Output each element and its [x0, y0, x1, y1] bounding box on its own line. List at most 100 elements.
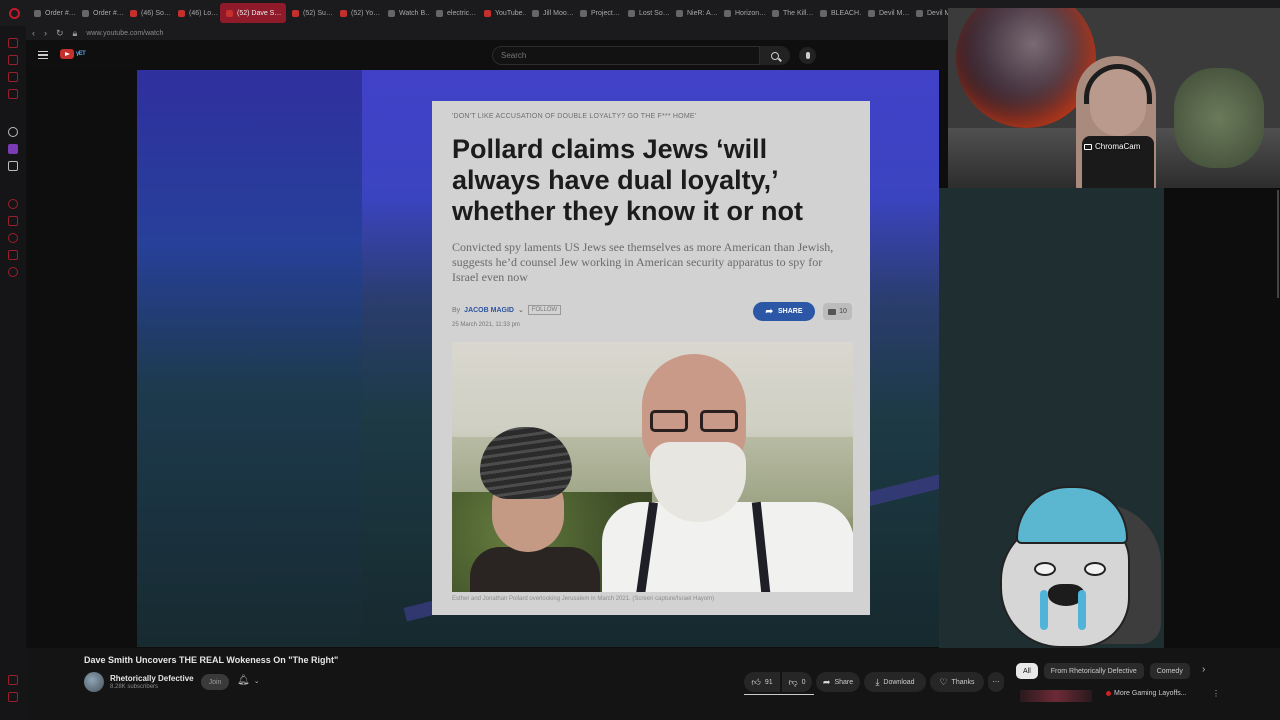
browser-tab[interactable]: (52) Yo…	[334, 3, 382, 23]
share-button[interactable]: ➦ Share	[816, 672, 860, 692]
tab-favicon-icon	[868, 9, 875, 17]
browser-tab[interactable]: Horizon…	[718, 3, 766, 23]
recommendation-chips: All From Rhetorically Defective Comedy	[1016, 663, 1190, 679]
browser-tab[interactable]: BLEACH…	[814, 3, 862, 23]
browser-tab[interactable]: NieR: A…	[670, 3, 718, 23]
recommendation-item[interactable]: More Gaming Layoffs...	[1106, 690, 1187, 697]
voice-search-button[interactable]	[799, 47, 816, 64]
browser-tab[interactable]: Watch B…	[382, 3, 430, 23]
browser-tab[interactable]: Jill Moo…	[526, 3, 574, 23]
video-player[interactable]: 'DON'T LIKE ACCUSATION OF DOUBLE LOYALTY…	[137, 70, 939, 647]
video-background-left	[137, 70, 362, 647]
extensions-icon[interactable]	[8, 250, 18, 260]
thumbs-down-icon: 👎︎	[788, 676, 798, 687]
filter-chip[interactable]: All	[1016, 663, 1038, 679]
browser-tab[interactable]: YouTube…	[478, 3, 526, 23]
browser-tab[interactable]: The Kill…	[766, 3, 814, 23]
ai-icon[interactable]	[8, 127, 18, 137]
like-button[interactable]: 👍︎ 91	[744, 672, 780, 692]
webcam-label: ChromaCam	[1084, 142, 1140, 151]
downloads-icon[interactable]	[8, 89, 18, 99]
browser-tab[interactable]: (52) Su…	[286, 3, 334, 23]
download-icon: ⤓	[875, 676, 880, 687]
crying-cartoon-overlay	[996, 484, 1166, 648]
download-button[interactable]: ⤓ Download	[864, 672, 926, 692]
tab-favicon-icon	[340, 9, 347, 17]
browser-tab[interactable]: Project…	[574, 3, 622, 23]
tab-label: The Kill…	[783, 9, 814, 17]
settings-icon[interactable]	[8, 267, 18, 277]
youtube-logo-icon[interactable]	[60, 49, 74, 59]
notification-bell-button[interactable]: 🔔︎ ⌄	[237, 675, 260, 686]
recommendation-menu-icon[interactable]: ⋮	[1212, 689, 1220, 698]
webcam-overlay: ChromaCam	[948, 8, 1280, 188]
tab-label: Horizon…	[735, 9, 766, 17]
filter-chip[interactable]: From Rhetorically Defective	[1043, 663, 1144, 679]
recommendation-thumbnail[interactable]	[1020, 690, 1092, 702]
browser-tab[interactable]: (46) So…	[124, 3, 172, 23]
tab-favicon-icon	[388, 9, 395, 17]
article-share-label: SHARE	[778, 308, 803, 315]
watch-metadata: Dave Smith Uncovers THE REAL Wokeness On…	[26, 648, 1280, 720]
right-sidebar	[1164, 188, 1280, 648]
tab-list: Order #… Order #… (46) So… (46) Lo… (52) Dav…	[28, 0, 958, 26]
clock-icon[interactable]	[8, 233, 18, 243]
twitch-icon[interactable]	[8, 144, 18, 154]
sidebar-menu-icon[interactable]	[8, 692, 18, 702]
tab-favicon-icon	[82, 9, 89, 17]
browser-tab[interactable]: electric…	[430, 3, 478, 23]
chevron-right-icon[interactable]: ›	[1202, 664, 1205, 675]
browser-tab[interactable]: Order #…	[76, 3, 124, 23]
search-button[interactable]	[760, 46, 790, 65]
bookmarks-icon[interactable]	[8, 55, 18, 65]
chevron-down-icon: ⌄	[253, 677, 260, 685]
share-label: Share	[834, 678, 854, 686]
url-field[interactable]: www.youtube.com/watch	[86, 30, 163, 37]
x-icon[interactable]	[8, 161, 18, 171]
search-input[interactable]: Search	[492, 46, 760, 65]
tab-label: NieR: A…	[687, 9, 718, 17]
tab-favicon-icon	[724, 9, 731, 17]
article-kicker: 'DON'T LIKE ACCUSATION OF DOUBLE LOYALTY…	[452, 113, 697, 120]
page-scrollbar[interactable]	[1277, 190, 1279, 298]
share-arrow-icon: ➦	[765, 306, 774, 316]
browser-tab[interactable]: Devil M…	[862, 3, 910, 23]
player-icon[interactable]	[8, 199, 18, 209]
tab-favicon-icon	[130, 9, 137, 17]
tab-label: Devil M…	[879, 9, 910, 17]
more-actions-button[interactable]: ⋯	[988, 672, 1004, 692]
browser-sidebar	[0, 26, 26, 720]
address-bar: ‹ › ↻ 🔒︎ www.youtube.com/watch	[26, 26, 948, 40]
youtube-wordmark[interactable]: ᵞᴱᵀ	[76, 49, 86, 59]
filter-chip[interactable]: Comedy	[1149, 663, 1190, 679]
channel-avatar[interactable]	[84, 672, 104, 692]
speed-dial-icon[interactable]	[8, 38, 18, 48]
history-icon[interactable]	[8, 72, 18, 82]
pinboard-icon[interactable]	[8, 216, 18, 226]
forward-icon[interactable]: ›	[44, 28, 47, 38]
join-button[interactable]: Join	[201, 674, 229, 690]
tab-favicon-icon	[628, 9, 635, 17]
browser-logo-icon[interactable]	[0, 0, 28, 26]
browser-tab[interactable]: Lost So…	[622, 3, 670, 23]
browser-tab[interactable]: Order #…	[28, 3, 76, 23]
lock-icon: 🔒︎	[72, 27, 78, 38]
thanks-button[interactable]: ♡ Thanks	[930, 672, 984, 692]
hamburger-menu-icon[interactable]	[38, 51, 48, 59]
dislike-button[interactable]: 👎︎ 0	[782, 672, 812, 692]
back-icon[interactable]: ‹	[32, 28, 35, 38]
youtube-header: ᵞᴱᵀ Search	[26, 40, 948, 70]
sidebar-pin-icon[interactable]	[8, 675, 18, 685]
tab-favicon-icon	[916, 9, 923, 17]
tab-favicon-icon	[820, 9, 827, 17]
channel-name[interactable]: Rhetorically Defective	[110, 674, 194, 683]
browser-tab[interactable]: (46) Lo…	[172, 3, 220, 23]
tab-label: Order #…	[45, 9, 76, 17]
follow-label: FOLLOW	[527, 305, 562, 315]
camera-icon	[1084, 143, 1092, 150]
tab-label: (46) Lo…	[189, 9, 219, 17]
share-icon: ➦	[822, 676, 831, 687]
tab-label: (46) So…	[141, 9, 171, 17]
browser-tab[interactable]: (52) Dave S…	[220, 3, 286, 23]
reload-icon[interactable]: ↻	[56, 28, 64, 38]
